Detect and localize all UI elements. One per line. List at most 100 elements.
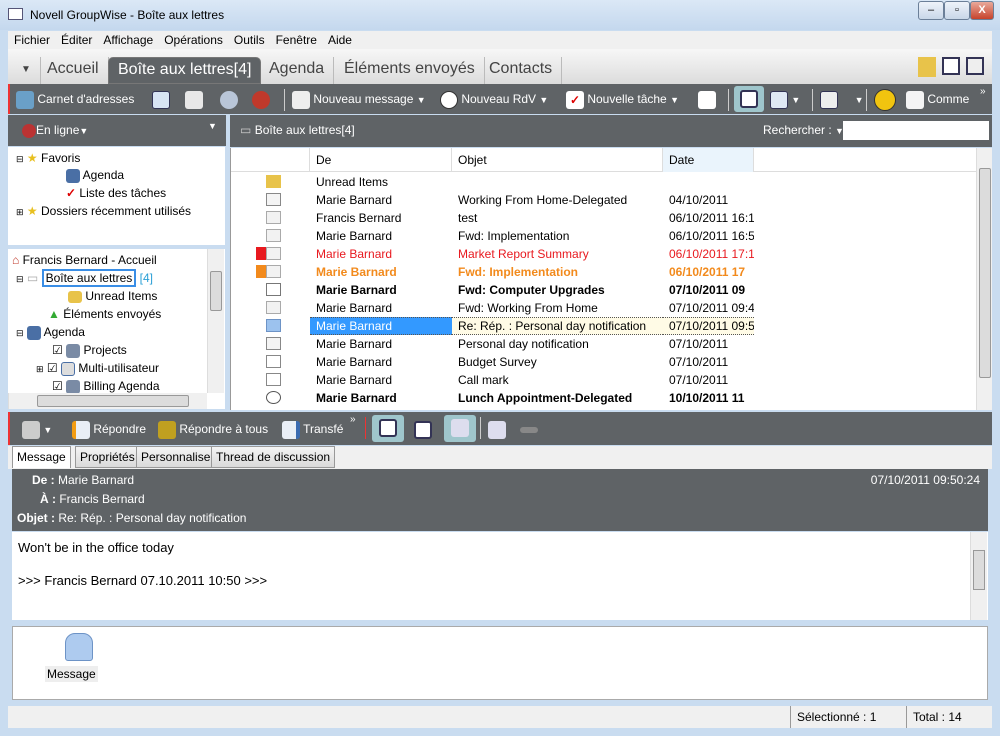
- message-row[interactable]: Unread Items: [231, 173, 976, 191]
- message-attachment-icon[interactable]: [65, 633, 93, 661]
- attachments-button[interactable]: [444, 415, 476, 442]
- tree-horizontal-scrollbar[interactable]: [8, 393, 207, 409]
- column-date[interactable]: Date: [663, 148, 754, 172]
- find-icon[interactable]: [220, 90, 238, 109]
- new-message-button[interactable]: Nouveau message ▼: [292, 84, 426, 114]
- minimize-button[interactable]: –: [918, 1, 944, 20]
- calendar-view-icon[interactable]: [966, 57, 984, 75]
- search-scope-dropdown[interactable]: Rechercher : ▼: [763, 115, 844, 145]
- close-button[interactable]: X: [970, 1, 994, 20]
- recent-folders[interactable]: ⊞ ★ Dossiers récemment utilisés: [16, 204, 191, 218]
- cell-subject: Fwd: Working From Home: [458, 301, 598, 315]
- tree-unread-items[interactable]: Unread Items: [68, 289, 157, 303]
- tab-discussion-thread[interactable]: Thread de discussion: [211, 446, 336, 468]
- column-from[interactable]: De: [310, 148, 452, 172]
- message-row[interactable]: Marie Barnard Personal day notification 07…: [231, 335, 976, 353]
- message-attachment-label[interactable]: Message: [45, 666, 98, 682]
- reply-all-button[interactable]: Répondre à tous: [158, 414, 268, 444]
- message-row[interactable]: Marie Barnard Budget Survey 07/10/2011: [231, 353, 976, 371]
- tree-mailbox[interactable]: ⊟ ▭ Boîte aux lettres [4]: [16, 269, 153, 287]
- layout-icon[interactable]: [414, 420, 432, 439]
- note-reply-icon: [266, 337, 281, 350]
- tab-customize[interactable]: Personnaliser: [136, 446, 220, 468]
- comment-button[interactable]: Comme: [906, 84, 969, 114]
- message-row[interactable]: Marie Barnard Market Report Summary 06/10/…: [231, 245, 976, 263]
- message-properties-icon[interactable]: [488, 420, 506, 439]
- list-view-icon[interactable]: [942, 57, 960, 75]
- new-appointment-button[interactable]: Nouveau RdV ▼: [440, 84, 548, 114]
- tab-message[interactable]: Message: [12, 446, 71, 468]
- window-icon[interactable]: [152, 90, 170, 109]
- menu-operations[interactable]: Opérations: [158, 31, 228, 47]
- dropdown-icon[interactable]: ▼: [417, 95, 426, 105]
- favorites-task-list[interactable]: ✓ Liste des tâches: [66, 186, 166, 200]
- checkbox-checked[interactable]: ☑: [52, 343, 63, 357]
- print-icon[interactable]: [185, 90, 203, 109]
- message-row[interactable]: Marie Barnard Fwd: Working From Home 07/10…: [231, 299, 976, 317]
- online-mode-dropdown[interactable]: En ligne▼: [22, 115, 88, 145]
- tab-accueil[interactable]: Accueil: [38, 57, 109, 84]
- cell-subject: Budget Survey: [458, 355, 537, 369]
- tab-contacts[interactable]: Contacts: [480, 57, 563, 84]
- message-row[interactable]: Marie Barnard Re: Rép. : Personal day not…: [231, 317, 976, 335]
- tab-boite-aux-lettres[interactable]: Boîte aux lettres[4]: [108, 57, 262, 84]
- tree-projects[interactable]: ☑ Projects: [52, 343, 127, 358]
- checkbox-checked[interactable]: ☑: [52, 379, 63, 393]
- search-input[interactable]: [843, 121, 989, 140]
- address-book-button[interactable]: Carnet d'adresses: [16, 84, 134, 114]
- new-note-icon[interactable]: [698, 90, 716, 109]
- checkbox-checked[interactable]: ☑: [47, 361, 58, 375]
- favorites-agenda[interactable]: Agenda: [66, 168, 124, 183]
- menu-editer[interactable]: Éditer: [55, 31, 97, 47]
- message-row[interactable]: Marie Barnard Lunch Appointment-Delegated…: [231, 389, 976, 407]
- view-properties-button[interactable]: [372, 415, 404, 442]
- calendar-grid-icon[interactable]: [820, 90, 838, 109]
- message-row[interactable]: Marie Barnard Fwd: Implementation 06/10/20…: [231, 227, 976, 245]
- dropdown-icon[interactable]: ▼: [670, 95, 679, 105]
- delete-button[interactable]: ▼: [22, 414, 52, 444]
- tab-properties[interactable]: Propriétés: [75, 446, 140, 468]
- message-row[interactable]: Marie Barnard Fwd: Implementation 06/10/20…: [231, 263, 976, 281]
- menu-affichage[interactable]: Affichage: [97, 31, 158, 47]
- message-view-button[interactable]: [734, 86, 764, 112]
- pane-menu-icon[interactable]: ▼: [208, 121, 217, 131]
- favorites-item[interactable]: ⊟ ★ Favoris: [16, 151, 80, 165]
- tabs-dropdown-icon[interactable]: ▼: [12, 57, 41, 84]
- message-row[interactable]: Francis Bernard test 06/10/2011 16:1: [231, 209, 976, 227]
- menu-fichier[interactable]: Fichier: [8, 31, 55, 47]
- tree-home[interactable]: ⌂ Francis Bernard - Accueil: [12, 253, 157, 267]
- column-icons[interactable]: [231, 148, 310, 172]
- link-icon[interactable]: [520, 426, 538, 433]
- menu-aide[interactable]: Aide: [322, 31, 357, 47]
- tab-elements-envoyes[interactable]: Éléments envoyés: [335, 57, 485, 84]
- message-row[interactable]: Marie Barnard Working From Home-Delegated…: [231, 191, 976, 209]
- column-subject[interactable]: Objet: [452, 148, 663, 172]
- forward-button[interactable]: Transfé: [282, 414, 343, 444]
- toolbar-overflow[interactable]: »: [980, 86, 986, 97]
- list-vertical-scrollbar[interactable]: [976, 148, 992, 410]
- new-task-button[interactable]: ✓ Nouvelle tâche ▼: [566, 84, 679, 114]
- tree-vertical-scrollbar[interactable]: [207, 249, 224, 393]
- panel-view-icon[interactable]: [770, 90, 788, 109]
- dropdown-icon[interactable]: ▼: [855, 95, 864, 105]
- envelope-open-icon: [266, 229, 281, 242]
- tree-sent-items[interactable]: ▲ Éléments envoyés: [48, 307, 161, 321]
- social-icon[interactable]: [874, 88, 896, 111]
- maximize-button[interactable]: ▫: [944, 1, 970, 20]
- menu-fenetre[interactable]: Fenêtre: [270, 31, 322, 47]
- body-scrollbar[interactable]: [970, 532, 987, 620]
- tree-billing-agenda[interactable]: ☑ Billing Agenda: [52, 379, 160, 394]
- reply-button[interactable]: Répondre: [72, 414, 146, 444]
- dropdown-icon[interactable]: ▼: [539, 95, 548, 105]
- message-body[interactable]: Won't be in the office today >>> Francis…: [12, 532, 988, 620]
- tree-multi-user[interactable]: ⊞ ☑ Multi-utilisateur: [36, 361, 159, 376]
- toolbar-overflow[interactable]: »: [350, 414, 356, 425]
- message-row[interactable]: Marie Barnard Call mark 07/10/2011: [231, 371, 976, 389]
- message-row[interactable]: Marie Barnard Fwd: Computer Upgrades 07/10…: [231, 281, 976, 299]
- tree-calendar[interactable]: ⊟ Agenda: [16, 325, 85, 340]
- find-user-icon[interactable]: [252, 90, 270, 109]
- menu-outils[interactable]: Outils: [228, 31, 270, 47]
- folders-icon[interactable]: [918, 57, 936, 77]
- dropdown-icon[interactable]: ▼: [791, 95, 800, 105]
- tab-agenda[interactable]: Agenda: [260, 57, 335, 84]
